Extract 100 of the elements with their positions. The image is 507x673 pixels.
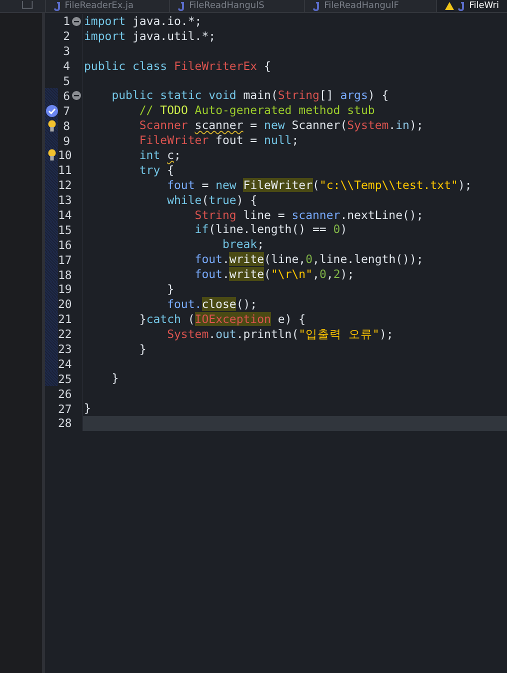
code-text: } xyxy=(166,282,174,296)
line-number: 10 xyxy=(58,148,70,162)
code-text: } xyxy=(138,342,146,356)
highlighted-occurrence: FileWriter xyxy=(243,178,313,192)
code-text: ); xyxy=(340,267,354,282)
line-number: 20 xyxy=(58,297,70,312)
comment-text: // xyxy=(138,103,154,118)
code-text: } xyxy=(138,312,146,326)
line-number: 6 xyxy=(62,88,70,103)
keyword-token: int xyxy=(138,148,162,162)
code-text: . xyxy=(208,326,216,341)
highlighted-occurrence: write xyxy=(229,252,264,266)
code-text: main( xyxy=(242,88,278,102)
java-file-icon xyxy=(313,2,320,10)
keyword-token: catch xyxy=(146,312,181,326)
type-token: Scanner xyxy=(138,118,189,132)
keyword-token: break xyxy=(221,237,258,252)
string-literal: "c:\\Temp\\test.txt" xyxy=(319,178,458,192)
collapse-icon[interactable] xyxy=(72,16,80,26)
code-text: ); xyxy=(458,178,472,192)
line-number: 4 xyxy=(62,59,70,74)
number-literal: 0 xyxy=(319,267,326,282)
editor-tab[interactable]: FileReaderEx.ja xyxy=(44,0,170,12)
line-number: 8 xyxy=(62,118,70,133)
type-token: System xyxy=(166,326,209,341)
code-text: = xyxy=(249,118,258,132)
line-number: 14 xyxy=(58,208,70,222)
java-file-icon xyxy=(54,2,61,10)
code-text: .nextLine(); xyxy=(340,208,424,222)
code-text: . xyxy=(222,267,230,282)
code-text: ; xyxy=(174,148,181,162)
line-number: 12 xyxy=(58,178,70,192)
java-file-icon xyxy=(178,2,186,10)
code-text: ( xyxy=(264,267,271,282)
lightbulb-icon[interactable] xyxy=(48,149,56,162)
variable-token: scanner xyxy=(292,208,340,222)
type-token: System xyxy=(347,118,389,132)
keyword-token: true xyxy=(208,192,236,207)
code-text: . xyxy=(222,252,230,266)
keyword-token: null xyxy=(264,133,292,148)
type-token: String xyxy=(278,88,320,102)
variable-token: args xyxy=(340,88,368,102)
code-text: ); xyxy=(379,326,394,341)
line-number: 1 xyxy=(62,14,70,28)
keyword-token: new xyxy=(216,178,238,192)
code-text: ); xyxy=(409,118,424,132)
code-text: ,line.length()); xyxy=(312,252,424,266)
highlighted-occurrence: close xyxy=(202,296,236,311)
code-text: [] xyxy=(319,88,334,102)
code-text: { xyxy=(263,58,271,73)
line-number: 17 xyxy=(58,252,70,267)
line-number: 22 xyxy=(58,327,70,342)
line-number: 25 xyxy=(58,372,70,386)
code-text: , xyxy=(312,267,320,282)
editor-tab[interactable]: FileWri xyxy=(436,0,507,12)
editor-tab[interactable]: FileReadHangulS xyxy=(169,0,304,12)
keyword-token: while xyxy=(166,192,202,207)
type-token: FileWriterEx xyxy=(174,58,258,73)
code-text: ; xyxy=(292,133,299,148)
code-text: ; xyxy=(257,237,264,252)
code-text: line = xyxy=(242,208,286,222)
variable-token: fout. xyxy=(166,296,202,311)
code-text: ( xyxy=(312,178,320,192)
keyword-token: if xyxy=(194,222,209,236)
keyword-token: import xyxy=(84,14,126,28)
code-text: Scanner( xyxy=(290,118,348,132)
line-number: 15 xyxy=(58,222,70,237)
code-text: ) xyxy=(340,222,348,236)
keyword-token: try xyxy=(138,162,160,177)
line-number: 18 xyxy=(58,268,70,282)
comment-text: Auto-generated method stub xyxy=(194,103,375,118)
code-text: { xyxy=(166,162,174,177)
keyword-token: import xyxy=(84,28,126,43)
number-literal: 0 xyxy=(306,252,313,266)
number-literal: 0 xyxy=(333,222,340,236)
number-literal: 2 xyxy=(333,267,340,282)
string-literal: "\r\n" xyxy=(270,267,313,282)
code-text: (line, xyxy=(264,252,306,266)
line-number: 5 xyxy=(62,74,70,88)
java-file-icon xyxy=(458,2,466,10)
string-literal: "입출력 오류" xyxy=(298,326,380,341)
line-number: 19 xyxy=(58,282,70,296)
code-text: (line.length() == xyxy=(208,222,328,236)
field-token: in xyxy=(396,118,410,132)
variable-token: fout xyxy=(166,178,195,192)
line-number: 28 xyxy=(58,416,70,430)
collapse-icon[interactable] xyxy=(72,91,80,100)
code-text: . xyxy=(388,118,396,132)
keyword-token: new xyxy=(264,118,285,132)
line-number: 26 xyxy=(58,386,70,401)
keyword-token: public static void xyxy=(110,88,236,102)
lightbulb-icon[interactable] xyxy=(48,120,56,132)
line-number: 3 xyxy=(62,44,70,58)
warning-underlined-token: scanner xyxy=(194,118,244,132)
code-text: java.util.*; xyxy=(131,28,216,43)
line-number: 2 xyxy=(62,29,70,44)
line-number: 24 xyxy=(58,356,70,371)
highlighted-occurrence: IOException xyxy=(194,312,271,326)
code-text: fout = xyxy=(214,133,258,148)
type-token: FileWriter xyxy=(138,133,209,148)
